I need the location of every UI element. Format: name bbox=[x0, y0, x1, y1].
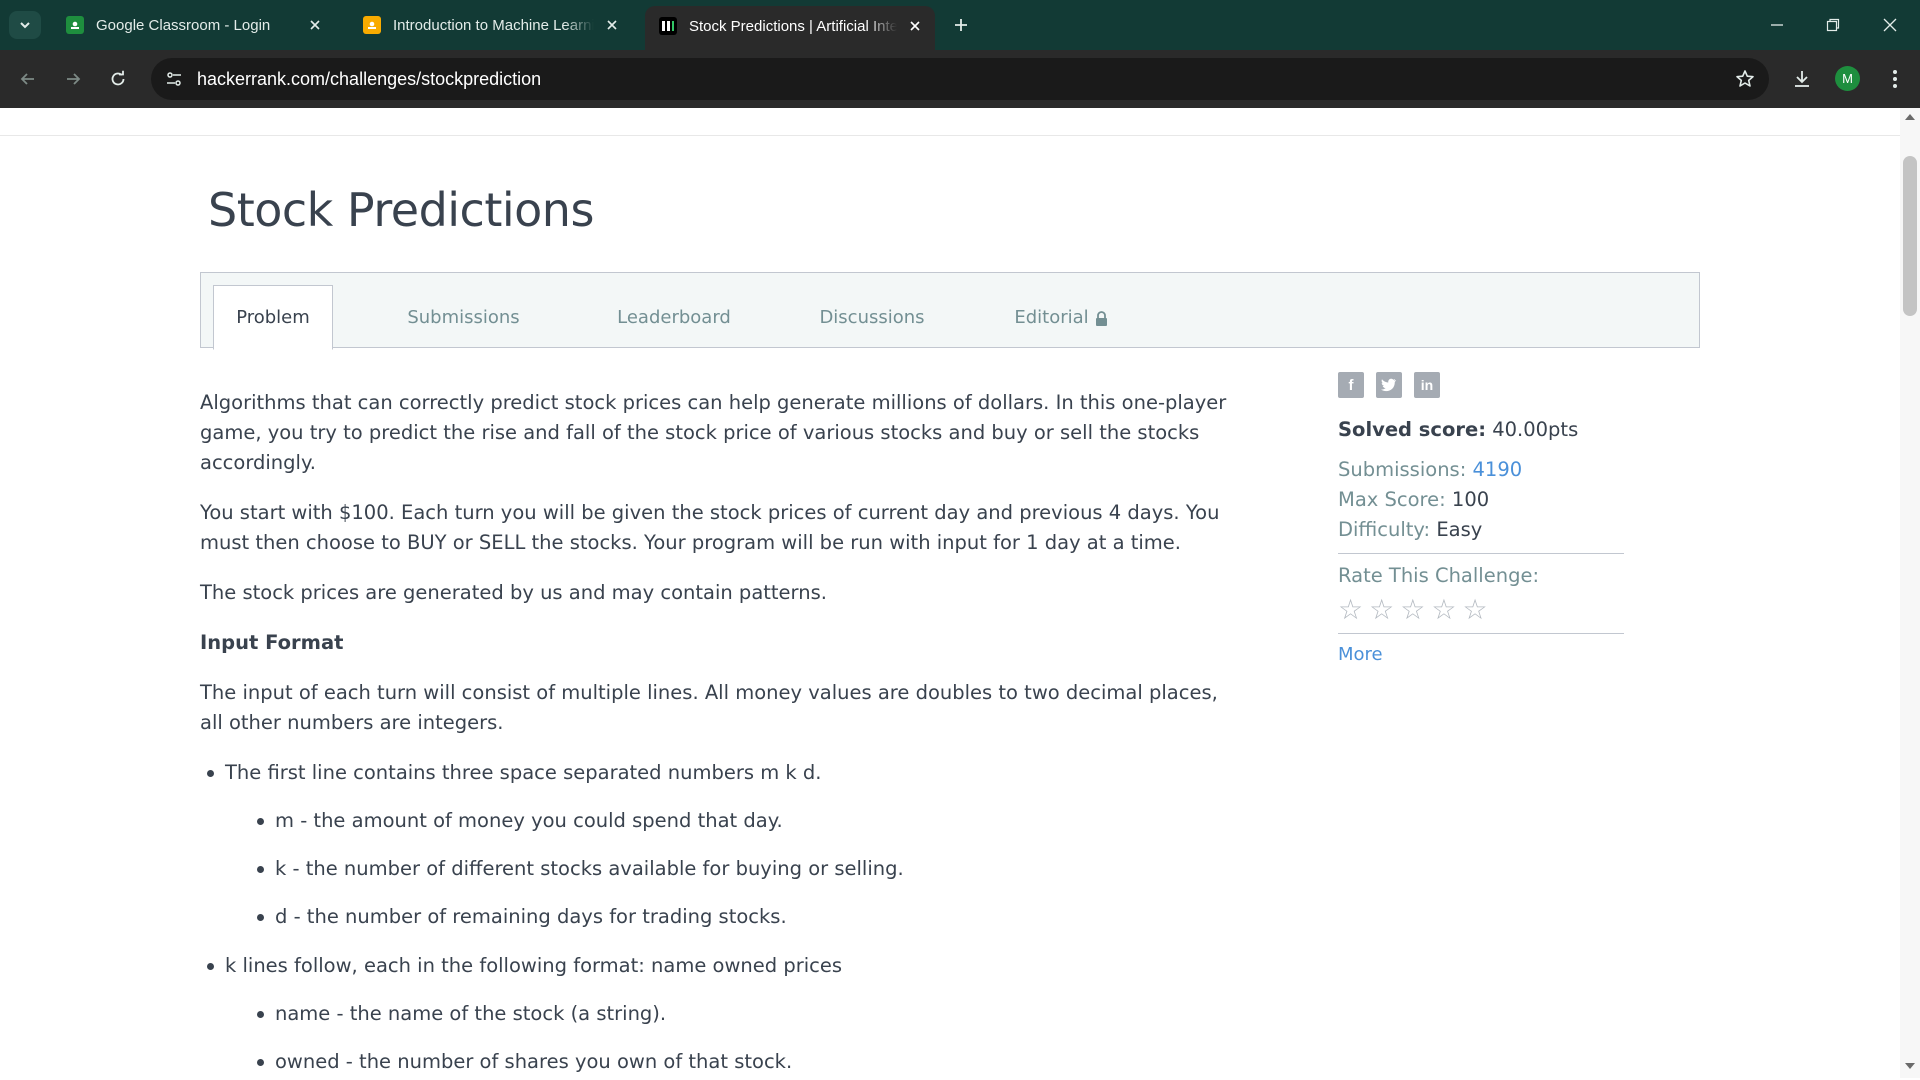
forward-button[interactable] bbox=[59, 65, 87, 93]
list-item: m - the amount of money you could spend … bbox=[250, 806, 1230, 836]
sub-list: name - the name of the stock (a string).… bbox=[225, 999, 1230, 1077]
facebook-icon[interactable]: f bbox=[1338, 372, 1364, 398]
tab-search-button[interactable] bbox=[9, 11, 41, 39]
rate-challenge-label: Rate This Challenge: bbox=[1338, 564, 1540, 587]
chevron-down-icon bbox=[20, 22, 30, 29]
star-icon[interactable]: ☆ bbox=[1338, 595, 1363, 625]
page-scrollbar[interactable] bbox=[1900, 108, 1920, 1078]
scrollbar-thumb[interactable] bbox=[1903, 156, 1917, 316]
tab-editorial-label: Editorial bbox=[1014, 306, 1089, 328]
tab-editorial[interactable]: Editorial bbox=[1001, 285, 1121, 349]
problem-statement: Algorithms that can correctly predict st… bbox=[200, 388, 1230, 1078]
reload-icon bbox=[111, 70, 125, 86]
tab-discussions[interactable]: Discussions bbox=[797, 285, 947, 349]
max-score-value: 100 bbox=[1451, 488, 1490, 511]
url-text[interactable]: hackerrank.com/challenges/stockpredictio… bbox=[197, 69, 541, 90]
tab-title: Stock Predictions | Artificial Intellige… bbox=[689, 17, 897, 35]
problem-paragraph: You start with $100. Each turn you will … bbox=[200, 501, 1220, 554]
difficulty-value: Easy bbox=[1436, 518, 1483, 541]
submissions-stat: Submissions: 4190 bbox=[1338, 455, 1624, 485]
star-icon[interactable]: ☆ bbox=[1431, 595, 1456, 625]
list-item: k lines follow, each in the following fo… bbox=[200, 951, 1230, 1077]
linkedin-icon[interactable]: in bbox=[1414, 372, 1440, 398]
sub-list: m - the amount of money you could spend … bbox=[225, 806, 1230, 932]
list-item-text: The first line contains three space sepa… bbox=[225, 761, 822, 784]
downloads-button[interactable] bbox=[1787, 64, 1817, 94]
problem-paragraph: Algorithms that can correctly predict st… bbox=[200, 391, 1227, 474]
new-tab-button[interactable] bbox=[948, 12, 974, 38]
submissions-label: Submissions: bbox=[1338, 458, 1467, 481]
scroll-down-arrow-icon[interactable] bbox=[1905, 1063, 1915, 1069]
tab-title: Introduction to Machine Learning bbox=[393, 16, 594, 34]
share-buttons: f in bbox=[1338, 372, 1624, 398]
lock-icon bbox=[1095, 310, 1107, 326]
plus-icon bbox=[955, 19, 967, 31]
difficulty-label: Difficulty: bbox=[1338, 518, 1431, 541]
site-settings-icon[interactable] bbox=[163, 68, 185, 90]
challenge-sidebar: f in Solved score: 40.00pts Submissions:… bbox=[1338, 372, 1624, 665]
tab-submissions[interactable]: Submissions bbox=[391, 285, 536, 349]
rating-stars: ☆ ☆ ☆ ☆ ☆ bbox=[1338, 595, 1624, 625]
browser-tab-stock-predictions[interactable]: Stock Predictions | Artificial Intellige… bbox=[645, 6, 935, 50]
solved-score-value: 40.00pts bbox=[1492, 418, 1579, 441]
page-viewport: Stock Predictions Problem Submissions Le… bbox=[0, 108, 1900, 1078]
page-title: Stock Predictions bbox=[208, 183, 594, 237]
arrow-right-icon bbox=[67, 73, 81, 85]
arrow-left-icon bbox=[20, 73, 34, 85]
back-button[interactable] bbox=[14, 65, 42, 93]
close-window-button[interactable] bbox=[1877, 12, 1903, 38]
tab-leaderboard[interactable]: Leaderboard bbox=[594, 285, 754, 349]
problem-paragraph: The stock prices are generated by us and… bbox=[200, 581, 827, 604]
max-score-label: Max Score: bbox=[1338, 488, 1446, 511]
list-item: d - the number of remaining days for tra… bbox=[250, 902, 1230, 932]
minimize-button[interactable] bbox=[1764, 12, 1790, 38]
close-icon[interactable] bbox=[602, 15, 622, 35]
hackerrank-icon bbox=[659, 17, 677, 35]
profile-avatar[interactable]: M bbox=[1835, 66, 1860, 91]
more-link[interactable]: More bbox=[1338, 644, 1624, 665]
challenge-tab-bar: Problem Submissions Leaderboard Discussi… bbox=[200, 272, 1700, 350]
tab-title: Google Classroom - Login bbox=[96, 16, 271, 34]
solved-score-label: Solved score: bbox=[1338, 418, 1487, 441]
tab-problem[interactable]: Problem bbox=[213, 285, 333, 350]
list-item: k - the number of different stocks avail… bbox=[250, 854, 1230, 884]
sidebar-divider bbox=[1338, 633, 1624, 634]
sidebar-divider bbox=[1338, 553, 1624, 554]
input-format-heading: Input Format bbox=[200, 631, 344, 654]
minimize-icon bbox=[1771, 24, 1783, 26]
restore-button[interactable] bbox=[1820, 12, 1846, 38]
solved-score: Solved score: 40.00pts bbox=[1338, 418, 1624, 441]
star-icon[interactable]: ☆ bbox=[1462, 595, 1487, 625]
submissions-count-link[interactable]: 4190 bbox=[1473, 458, 1523, 481]
max-score-stat: Max Score: 100 bbox=[1338, 485, 1624, 515]
close-icon bbox=[1883, 18, 1897, 32]
scroll-up-arrow-icon[interactable] bbox=[1905, 114, 1915, 120]
address-bar[interactable]: hackerrank.com/challenges/stockpredictio… bbox=[151, 58, 1769, 100]
input-format-list: The first line contains three space sepa… bbox=[200, 758, 1230, 1077]
browser-toolbar: hackerrank.com/challenges/stockpredictio… bbox=[0, 50, 1920, 108]
list-item: owned - the number of shares you own of … bbox=[250, 1047, 1230, 1077]
download-icon bbox=[1795, 71, 1809, 87]
star-icon[interactable]: ☆ bbox=[1400, 595, 1425, 625]
list-item: name - the name of the stock (a string). bbox=[250, 999, 1230, 1029]
browser-menu-button[interactable] bbox=[1880, 64, 1910, 94]
reload-button[interactable] bbox=[104, 65, 132, 93]
browser-tab-strip: Google Classroom - Login Introduction to… bbox=[0, 0, 1920, 50]
browser-tab-google-classroom[interactable]: Google Classroom - Login bbox=[50, 6, 335, 44]
google-classroom-icon bbox=[66, 16, 84, 34]
close-icon[interactable] bbox=[905, 16, 925, 36]
header-divider bbox=[0, 135, 1900, 136]
problem-paragraph: The input of each turn will consist of m… bbox=[200, 681, 1218, 734]
list-item: The first line contains three space sepa… bbox=[200, 758, 1230, 932]
bookmark-star-icon[interactable] bbox=[1733, 67, 1757, 91]
list-item-text: k lines follow, each in the following fo… bbox=[225, 954, 843, 977]
close-icon[interactable] bbox=[305, 15, 325, 35]
difficulty-stat: Difficulty: Easy bbox=[1338, 515, 1624, 545]
browser-tab-intro-ml[interactable]: Introduction to Machine Learning bbox=[347, 6, 632, 44]
restore-icon bbox=[1826, 18, 1840, 32]
twitter-icon[interactable] bbox=[1376, 372, 1402, 398]
google-classroom-icon bbox=[363, 16, 381, 34]
star-icon[interactable]: ☆ bbox=[1369, 595, 1394, 625]
more-vertical-icon bbox=[1893, 70, 1897, 88]
